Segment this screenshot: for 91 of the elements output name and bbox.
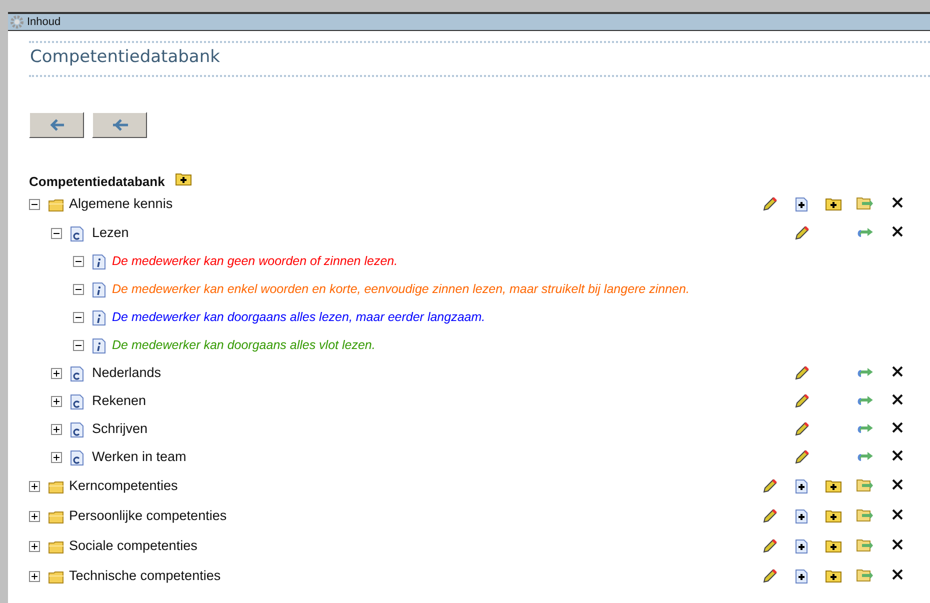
add-document-icon[interactable]: [794, 569, 808, 584]
info-document-icon: [92, 310, 106, 326]
tree-item-label[interactable]: Kerncompetenties: [69, 476, 178, 497]
move-folder-icon[interactable]: [856, 479, 874, 492]
curved-arrow-icon[interactable]: [857, 450, 873, 461]
document-c-icon: [70, 226, 84, 242]
collapse-toggle[interactable]: [29, 199, 40, 210]
folder-icon: [48, 510, 65, 524]
edit-pencil-icon[interactable]: [794, 422, 808, 437]
page-heading: Competentiedatabank: [29, 41, 930, 76]
document-c-icon: [70, 394, 84, 410]
tree-item-label[interactable]: Algemene kennis: [69, 194, 173, 215]
level-description: De medewerker kan doorgaans alles lezen, maar eerder langzaam.: [112, 309, 486, 326]
expand-toggle[interactable]: [51, 368, 62, 379]
expand-toggle[interactable]: [29, 481, 40, 492]
move-folder-icon[interactable]: [856, 539, 874, 552]
add-document-icon[interactable]: [794, 539, 808, 554]
info-document-icon: [92, 254, 106, 270]
delete-icon[interactable]: [892, 226, 902, 237]
tree-item-label[interactable]: Sociale competenties: [69, 536, 198, 557]
curved-arrow-icon[interactable]: [857, 226, 873, 237]
tree-root-label: Competentiedatabank: [29, 172, 165, 191]
delete-icon[interactable]: [892, 509, 902, 520]
level-description: De medewerker kan doorgaans alles vlot lezen.: [112, 337, 376, 354]
tree-item-label[interactable]: Technische competenties: [69, 566, 221, 587]
move-folder-icon[interactable]: [856, 197, 874, 210]
expand-toggle[interactable]: [29, 541, 40, 552]
document-c-icon: [70, 450, 84, 466]
curved-arrow-icon[interactable]: [857, 422, 873, 433]
tree-item-label[interactable]: Persoonlijke competenties: [69, 506, 227, 527]
edit-pencil-icon[interactable]: [794, 450, 808, 465]
info-document-icon: [92, 338, 106, 354]
tree-item-label[interactable]: Rekenen: [92, 391, 146, 412]
folder-icon: [48, 570, 65, 584]
delete-icon[interactable]: [892, 450, 902, 461]
expand-toggle[interactable]: [29, 511, 40, 522]
tree-item-label[interactable]: Schrijven: [92, 419, 148, 440]
tree-item-label[interactable]: Nederlands: [92, 363, 162, 384]
edit-pencil-icon[interactable]: [762, 569, 776, 584]
delete-icon[interactable]: [892, 197, 902, 208]
curved-arrow-icon[interactable]: [857, 366, 873, 377]
left-arrow-icon: [110, 118, 128, 132]
folder-icon: [48, 540, 65, 554]
expand-toggle[interactable]: [51, 424, 62, 435]
delete-icon[interactable]: [892, 569, 902, 580]
expand-toggle[interactable]: [29, 571, 40, 582]
add-folder-icon[interactable]: [824, 569, 842, 583]
collapse-toggle[interactable]: [51, 228, 62, 239]
folder-icon: [48, 198, 65, 212]
edit-pencil-icon[interactable]: [762, 197, 776, 212]
collapse-toggle[interactable]: [73, 312, 84, 323]
delete-icon[interactable]: [892, 366, 902, 377]
add-folder-icon[interactable]: [824, 509, 842, 523]
delete-icon[interactable]: [892, 539, 902, 550]
add-folder-icon[interactable]: [824, 539, 842, 553]
edit-pencil-icon[interactable]: [762, 509, 776, 524]
back-button[interactable]: [29, 112, 84, 138]
add-document-icon[interactable]: [794, 197, 808, 212]
expand-toggle[interactable]: [51, 452, 62, 463]
left-arrow-icon: [48, 118, 64, 132]
edit-pencil-icon[interactable]: [762, 539, 776, 554]
edit-pencil-icon[interactable]: [794, 366, 808, 381]
edit-pencil-icon[interactable]: [794, 226, 808, 241]
delete-icon[interactable]: [892, 479, 902, 490]
collapse-toggle[interactable]: [73, 256, 84, 267]
delete-icon[interactable]: [892, 394, 902, 405]
folder-icon: [48, 480, 65, 494]
add-folder-icon[interactable]: [824, 197, 842, 211]
up-button[interactable]: [92, 112, 147, 138]
tree-item-label[interactable]: Lezen: [92, 223, 129, 244]
add-document-icon[interactable]: [794, 509, 808, 524]
tree-item-label[interactable]: Werken in team: [92, 447, 186, 468]
window-title: Inhoud: [27, 14, 61, 30]
expand-toggle[interactable]: [51, 396, 62, 407]
curved-arrow-icon[interactable]: [857, 394, 873, 405]
edit-pencil-icon[interactable]: [794, 394, 808, 409]
move-folder-icon[interactable]: [856, 569, 874, 582]
document-c-icon: [70, 422, 84, 438]
collapse-toggle[interactable]: [73, 340, 84, 351]
add-folder-icon[interactable]: [824, 479, 842, 493]
move-folder-icon[interactable]: [856, 509, 874, 522]
delete-icon[interactable]: [892, 422, 902, 433]
add-document-icon[interactable]: [794, 479, 808, 494]
info-document-icon: [92, 282, 106, 298]
level-description: De medewerker kan enkel woorden en korte, eenvoudige zinnen lezen, maar struikelt bij langere zinnen.: [112, 281, 690, 298]
document-c-icon: [70, 366, 84, 382]
edit-pencil-icon[interactable]: [762, 479, 776, 494]
add-folder-icon[interactable]: [174, 172, 192, 186]
level-description: De medewerker kan geen woorden of zinnen lezen.: [112, 253, 398, 270]
gear-icon: [10, 15, 24, 29]
collapse-toggle[interactable]: [73, 284, 84, 295]
